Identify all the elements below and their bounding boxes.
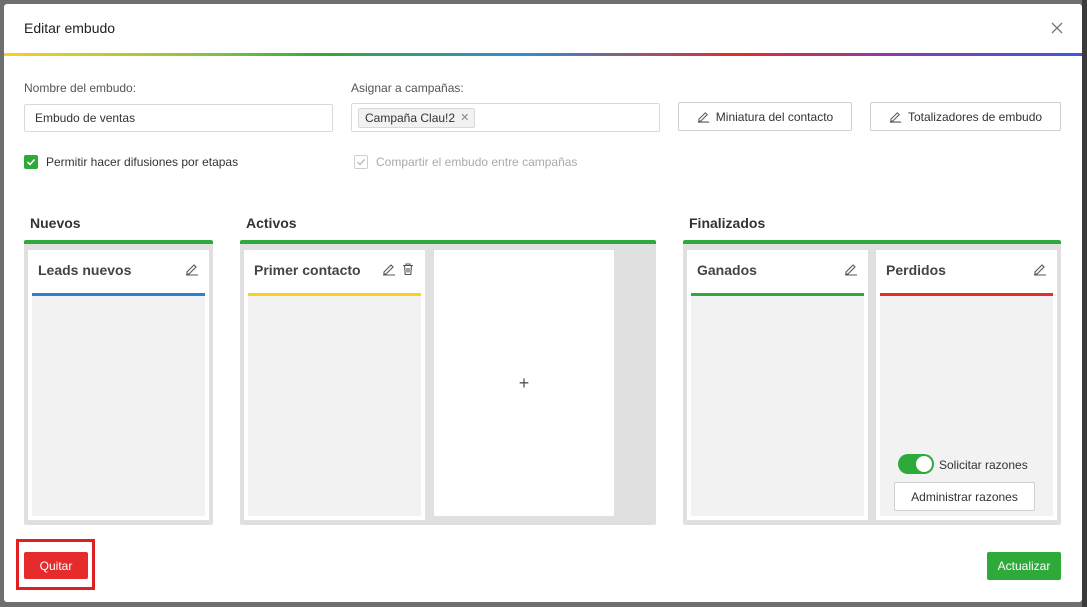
- stage-column: Perdidos Solicitar razones Administrar r…: [876, 250, 1057, 520]
- campaigns-select[interactable]: Campaña Clau!2 ✕: [351, 103, 660, 132]
- quit-button[interactable]: Quitar: [24, 552, 88, 579]
- group-nuevos: Leads nuevos: [24, 240, 213, 525]
- allow-broadcast-checkbox[interactable]: Permitir hacer difusiones por etapas: [24, 155, 238, 169]
- stage-column: Primer contacto: [244, 250, 425, 520]
- stage-drop-area: [691, 296, 864, 516]
- manage-reasons-button[interactable]: Administrar razones: [894, 482, 1035, 511]
- edit-icon[interactable]: [382, 262, 396, 276]
- checkbox-checked-icon: [24, 155, 38, 169]
- tag-remove-icon[interactable]: ✕: [460, 111, 469, 124]
- contact-thumbnail-label: Miniatura del contacto: [715, 109, 834, 124]
- plus-icon: +: [518, 372, 530, 393]
- funnel-name-label: Nombre del embudo:: [24, 81, 137, 95]
- edit-funnel-modal: Editar embudo Nombre del embudo: Embudo …: [4, 4, 1082, 602]
- request-reasons-label: Solicitar razones: [939, 458, 1028, 472]
- funnel-name-value: Embudo de ventas: [35, 111, 136, 125]
- group-finalizados: Ganados Perdidos Solicitar razones Admin…: [683, 240, 1061, 525]
- group-title-finalizados: Finalizados: [689, 215, 766, 231]
- funnel-totals-button[interactable]: Totalizadores de embudo: [870, 102, 1061, 131]
- update-button[interactable]: Actualizar: [987, 552, 1061, 580]
- toggle-knob: [916, 456, 932, 472]
- edit-icon[interactable]: [844, 262, 858, 276]
- group-activos: Primer contacto +: [240, 240, 656, 525]
- edit-icon[interactable]: [185, 262, 199, 276]
- funnel-name-input[interactable]: Embudo de ventas: [24, 104, 333, 132]
- stage-title: Primer contacto: [254, 262, 361, 278]
- campaign-tag-label: Campaña Clau!2: [365, 110, 456, 125]
- trash-icon[interactable]: [401, 262, 415, 276]
- stage-column: Leads nuevos: [28, 250, 209, 520]
- campaign-tag: Campaña Clau!2 ✕: [358, 107, 476, 128]
- checkbox-disabled-icon: [354, 155, 368, 169]
- stage-drop-area: [32, 296, 205, 516]
- stage-title: Ganados: [697, 262, 757, 278]
- stage-drop-area: [248, 296, 421, 516]
- add-stage-button[interactable]: +: [434, 250, 614, 516]
- modal-header: Editar embudo: [4, 4, 1082, 54]
- share-funnel-label: Compartir el embudo entre campañas: [376, 155, 578, 169]
- group-title-nuevos: Nuevos: [30, 215, 81, 231]
- stage-title: Leads nuevos: [38, 262, 132, 278]
- allow-broadcast-label: Permitir hacer difusiones por etapas: [46, 155, 239, 169]
- campaigns-label: Asignar a campañas:: [351, 81, 464, 95]
- backdrop: [1082, 0, 1087, 607]
- pencil-icon: [889, 112, 902, 123]
- modal-title: Editar embudo: [24, 20, 116, 36]
- funnel-totals-label: Totalizadores de embudo: [907, 109, 1043, 124]
- contact-thumbnail-button[interactable]: Miniatura del contacto: [678, 102, 852, 131]
- share-funnel-checkbox: Compartir el embudo entre campañas: [354, 155, 577, 169]
- manage-reasons-label: Administrar razones: [911, 489, 1018, 504]
- group-title-activos: Activos: [246, 215, 297, 231]
- request-reasons-toggle[interactable]: [898, 454, 934, 474]
- stage-column: Ganados: [687, 250, 868, 520]
- header-accent-bar: [4, 53, 1082, 56]
- stage-title: Perdidos: [886, 262, 946, 278]
- close-icon[interactable]: [1048, 19, 1066, 37]
- edit-icon[interactable]: [1033, 262, 1047, 276]
- pencil-icon: [697, 112, 709, 123]
